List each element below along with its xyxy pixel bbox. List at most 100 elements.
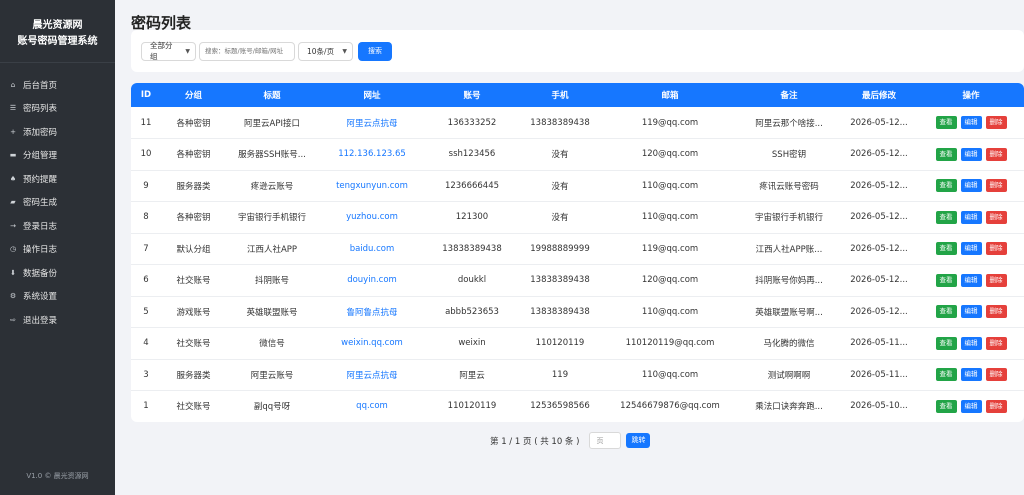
delete-button[interactable]: 删除 xyxy=(985,147,1007,161)
view-button[interactable]: 查看 xyxy=(935,210,957,224)
column-header: 标题 xyxy=(263,91,281,101)
actions-cell: 查看 编辑 删除 xyxy=(918,233,1024,265)
table-cell: 游戏账号 xyxy=(176,307,211,318)
url-link[interactable]: tengxunyun.com xyxy=(318,170,426,202)
menu-icon: ♠ xyxy=(9,174,17,183)
sidebar-item-10[interactable]: ⚙ 系统设置 xyxy=(0,285,115,309)
delete-button[interactable]: 删除 xyxy=(985,179,1007,193)
sidebar-item-6[interactable]: ▰ 密码生成 xyxy=(0,191,115,215)
sidebar-item-label: 后台首页 xyxy=(23,80,58,91)
table-cell: 阿里云API接口 xyxy=(244,118,300,129)
sidebar-item-11[interactable]: ⇨ 退出登录 xyxy=(0,308,115,332)
view-button[interactable]: 查看 xyxy=(935,368,957,382)
delete-button[interactable]: 删除 xyxy=(985,210,1007,224)
edit-button[interactable]: 编辑 xyxy=(960,305,982,319)
sidebar-item-2[interactable]: ☰ 密码列表 xyxy=(0,97,115,121)
edit-button[interactable]: 编辑 xyxy=(960,399,982,413)
actions-cell: 查看 编辑 删除 xyxy=(918,139,1024,171)
view-button[interactable]: 查看 xyxy=(935,242,957,256)
table-cell: 默认分组 xyxy=(176,244,211,255)
jump-button[interactable]: 跳转 xyxy=(626,433,651,448)
table-cell: 微信号 xyxy=(259,339,285,350)
table-cell: 2026-05-11... xyxy=(850,369,908,380)
view-button[interactable]: 查看 xyxy=(935,116,957,129)
delete-button[interactable]: 删除 xyxy=(985,399,1007,413)
search-button[interactable]: 搜索 xyxy=(358,41,392,61)
table-cell: 没有 xyxy=(551,213,569,224)
edit-button[interactable]: 编辑 xyxy=(960,336,982,350)
edit-button[interactable]: 编辑 xyxy=(960,179,982,193)
menu-icon: ⬇ xyxy=(10,268,16,277)
table-cell: 宇宙银行手机银行 xyxy=(754,213,823,224)
url-link[interactable]: 阿里云点抗母 xyxy=(318,359,426,391)
edit-button[interactable]: 编辑 xyxy=(960,147,982,161)
table-row: 3 服务器类 阿里云账号 阿里云点抗母 阿里云 119 110@qq.com 测试啊啊啊 202… xyxy=(131,359,1024,391)
url-link[interactable]: weixin.qq.com xyxy=(318,328,426,360)
table-row: 7 默认分组 江西人社APP baidu.com 13838389438 19988889… xyxy=(131,233,1024,265)
sidebar-item-5[interactable]: ♠ 预约提醒 xyxy=(0,167,115,191)
row-actions: 查看 编辑 删除 xyxy=(920,242,1022,256)
view-button[interactable]: 查看 xyxy=(935,399,957,413)
column-header: 操作 xyxy=(962,91,980,101)
sidebar-item-9[interactable]: ⬇ 数据备份 xyxy=(0,261,115,285)
actions-cell: 查看 编辑 删除 xyxy=(918,296,1024,328)
delete-button[interactable]: 删除 xyxy=(985,336,1007,350)
url-link[interactable]: 鲁阿鲁点抗母 xyxy=(318,296,426,328)
row-actions: 查看 编辑 删除 xyxy=(920,399,1022,413)
table-cell: 110120119@qq.com xyxy=(625,338,715,349)
edit-button[interactable]: 编辑 xyxy=(960,210,982,224)
edit-button[interactable]: 编辑 xyxy=(960,242,982,256)
per-page-select[interactable]: 10条/页 ▼ xyxy=(298,41,353,61)
table-cell: 副qq号呀 xyxy=(253,402,291,413)
table-cell: 2026-05-12... xyxy=(850,149,908,160)
url-link[interactable]: yuzhou.com xyxy=(318,202,426,234)
group-select[interactable]: 全部分组 ▼ xyxy=(141,41,196,61)
delete-button[interactable]: 删除 xyxy=(985,368,1007,382)
url-link[interactable]: qq.com xyxy=(318,391,426,423)
edit-button[interactable]: 编辑 xyxy=(960,368,982,382)
table-cell: 119@qq.com xyxy=(641,243,699,254)
table-cell: 10 xyxy=(140,149,152,160)
sidebar-item-1[interactable]: ⌂ 后台首页 xyxy=(0,73,115,97)
table-cell: 2026-05-10... xyxy=(850,401,908,412)
table-cell: 2026-05-12... xyxy=(850,212,908,223)
table-cell: 没有 xyxy=(551,150,569,161)
delete-button[interactable]: 删除 xyxy=(985,305,1007,319)
url-link[interactable]: douyin.com xyxy=(318,265,426,297)
edit-button[interactable]: 编辑 xyxy=(960,116,982,129)
url-link[interactable]: 112.136.123.65 xyxy=(318,139,426,171)
menu-icon: ☰ xyxy=(9,104,17,113)
table-cell: 3 xyxy=(143,369,149,380)
search-input[interactable] xyxy=(199,41,295,61)
table-cell: 12536598566 xyxy=(530,401,590,412)
table-cell: 110120119 xyxy=(535,338,585,349)
url-link[interactable]: baidu.com xyxy=(318,233,426,265)
table-cell: 13838389438 xyxy=(442,243,502,254)
table-cell: 江西人社APP账... xyxy=(755,244,823,255)
column-header: 邮箱 xyxy=(661,91,679,101)
actions-cell: 查看 编辑 删除 xyxy=(918,265,1024,297)
per-page-value: 10条/页 xyxy=(307,46,335,56)
view-button[interactable]: 查看 xyxy=(935,147,957,161)
table-cell: 服务器类 xyxy=(176,181,211,192)
sidebar-item-3[interactable]: + 添加密码 xyxy=(0,120,115,144)
sidebar-item-4[interactable]: ▬ 分组管理 xyxy=(0,144,115,168)
delete-button[interactable]: 删除 xyxy=(985,116,1007,129)
view-button[interactable]: 查看 xyxy=(935,179,957,193)
sidebar-item-8[interactable]: ◷ 操作日志 xyxy=(0,238,115,262)
view-button[interactable]: 查看 xyxy=(935,336,957,350)
page-number-input[interactable]: 页 xyxy=(589,432,622,449)
table-row: 4 社交账号 微信号 weixin.qq.com weixin 110120119 1101… xyxy=(131,328,1024,360)
sidebar-item-7[interactable]: → 登录日志 xyxy=(0,214,115,238)
delete-button[interactable]: 删除 xyxy=(985,273,1007,287)
sidebar-item-label: 预约提醒 xyxy=(23,174,58,185)
delete-button[interactable]: 删除 xyxy=(985,242,1007,256)
menu-icon: ⚙ xyxy=(9,292,17,301)
view-button[interactable]: 查看 xyxy=(935,305,957,319)
table-cell: 4 xyxy=(143,338,149,349)
actions-cell: 查看 编辑 删除 xyxy=(918,107,1024,139)
table-row: 11 各种密钥 阿里云API接口 阿里云点抗母 136333252 13838389438… xyxy=(131,107,1024,139)
edit-button[interactable]: 编辑 xyxy=(960,273,982,287)
view-button[interactable]: 查看 xyxy=(935,273,957,287)
url-link[interactable]: 阿里云点抗母 xyxy=(318,107,426,139)
